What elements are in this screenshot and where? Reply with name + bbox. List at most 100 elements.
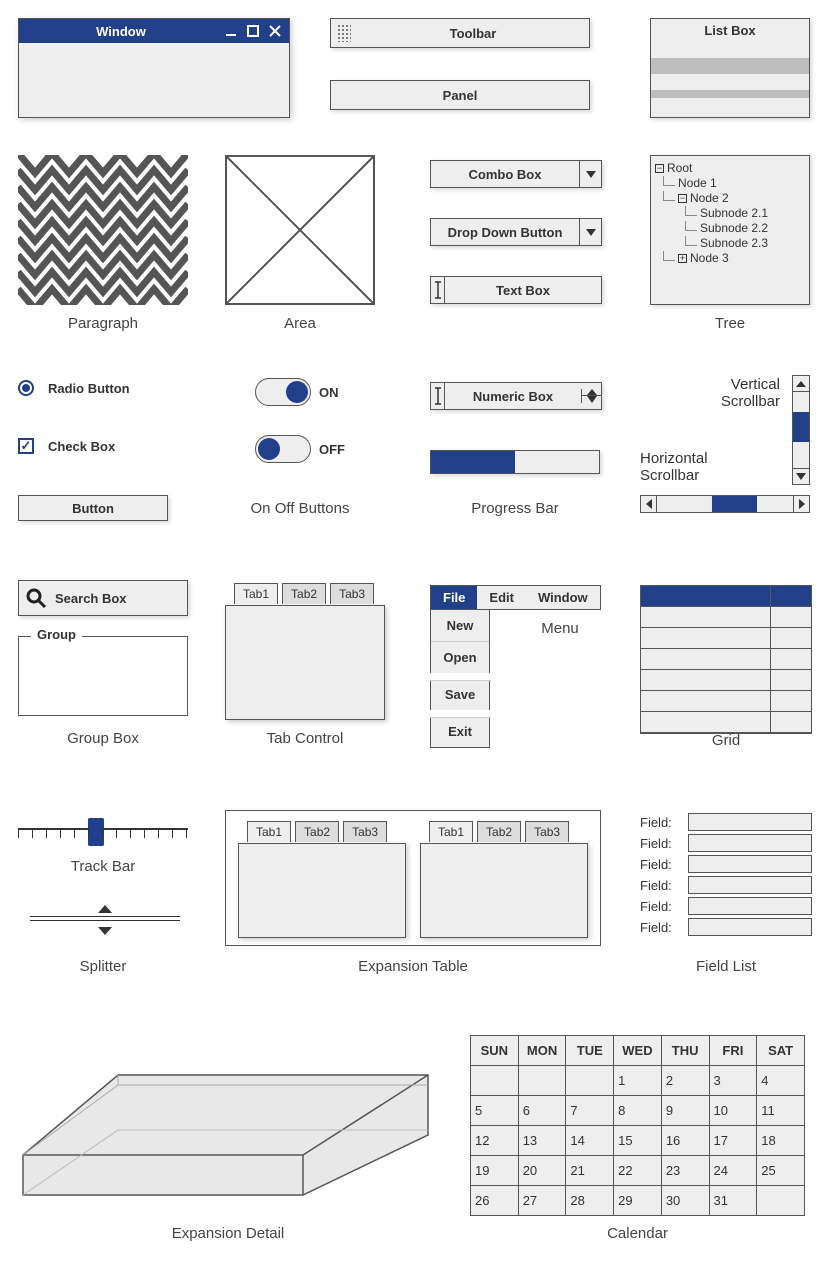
tab[interactable]: Tab3 xyxy=(343,821,387,842)
tab[interactable]: Tab3 xyxy=(330,583,374,604)
grid-cell[interactable] xyxy=(771,607,811,628)
list-item[interactable] xyxy=(651,58,809,74)
checkbox-icon[interactable]: ✓ xyxy=(18,438,34,454)
radio-icon[interactable] xyxy=(18,380,34,396)
calendar-cell[interactable] xyxy=(471,1066,519,1096)
grid-cell[interactable] xyxy=(641,586,771,607)
spin-down-icon[interactable] xyxy=(582,395,601,403)
menu-window[interactable]: Window xyxy=(526,586,600,609)
scroll-thumb[interactable] xyxy=(712,496,757,512)
grid-cell[interactable] xyxy=(771,649,811,670)
calendar-cell[interactable]: 17 xyxy=(709,1126,757,1156)
calendar-cell[interactable]: 9 xyxy=(661,1096,709,1126)
tab[interactable]: Tab2 xyxy=(295,821,339,842)
tree-node[interactable]: Subnode 2.2 xyxy=(700,221,768,235)
window-titlebar[interactable]: Window xyxy=(19,19,289,43)
calendar-cell[interactable]: 30 xyxy=(661,1186,709,1216)
menu-file[interactable]: File xyxy=(431,586,477,609)
toggle-off[interactable]: OFF xyxy=(255,435,345,463)
calendar-cell[interactable]: 21 xyxy=(566,1156,614,1186)
calendar-cell[interactable]: 22 xyxy=(614,1156,662,1186)
calendar-cell[interactable]: 1 xyxy=(614,1066,662,1096)
tab[interactable]: Tab1 xyxy=(247,821,291,842)
chevron-down-icon[interactable] xyxy=(579,219,601,245)
splitter[interactable] xyxy=(30,905,180,935)
collapse-icon[interactable]: − xyxy=(678,194,687,203)
calendar-cell[interactable]: 23 xyxy=(661,1156,709,1186)
list-box[interactable]: List Box xyxy=(650,18,810,118)
grid-cell[interactable] xyxy=(641,649,771,670)
splitter-up-icon[interactable] xyxy=(98,905,112,913)
search-box[interactable]: Search Box xyxy=(18,580,188,616)
vertical-scrollbar[interactable] xyxy=(792,375,810,485)
scroll-right-icon[interactable] xyxy=(793,496,809,512)
spinner[interactable] xyxy=(581,389,601,403)
menubar[interactable]: File Edit Window xyxy=(430,585,601,610)
calendar-cell[interactable]: 24 xyxy=(709,1156,757,1186)
numeric-box[interactable]: Numeric Box xyxy=(430,382,602,410)
calendar-cell[interactable]: 13 xyxy=(518,1126,566,1156)
tab[interactable]: Tab1 xyxy=(429,821,473,842)
tab[interactable]: Tab2 xyxy=(282,583,326,604)
button[interactable]: Button xyxy=(18,495,168,521)
tree-node[interactable]: Node 3 xyxy=(690,251,729,265)
grid-cell[interactable] xyxy=(771,586,811,607)
list-item[interactable] xyxy=(651,90,809,98)
calendar-cell[interactable]: 4 xyxy=(757,1066,805,1096)
calendar-cell[interactable]: 12 xyxy=(471,1126,519,1156)
calendar-cell[interactable]: 27 xyxy=(518,1186,566,1216)
calendar-cell[interactable]: 10 xyxy=(709,1096,757,1126)
field-input[interactable] xyxy=(688,876,812,894)
calendar-cell[interactable]: 2 xyxy=(661,1066,709,1096)
scroll-down-icon[interactable] xyxy=(793,468,809,484)
menu-item-open[interactable]: Open xyxy=(431,642,489,674)
tree-node[interactable]: Subnode 2.3 xyxy=(700,236,768,250)
grip-icon[interactable] xyxy=(335,22,353,44)
field-input[interactable] xyxy=(688,834,812,852)
tab[interactable]: Tab2 xyxy=(477,821,521,842)
field-input[interactable] xyxy=(688,918,812,936)
grid-cell[interactable] xyxy=(771,712,811,733)
grid[interactable] xyxy=(640,585,812,734)
calendar-cell[interactable]: 6 xyxy=(518,1096,566,1126)
field-input[interactable] xyxy=(688,813,812,831)
calendar-cell[interactable]: 3 xyxy=(709,1066,757,1096)
field-input[interactable] xyxy=(688,897,812,915)
collapse-icon[interactable]: − xyxy=(655,164,664,173)
radio-button[interactable]: Radio Button xyxy=(18,380,130,396)
checkbox[interactable]: ✓ Check Box xyxy=(18,438,115,454)
calendar-cell[interactable] xyxy=(566,1066,614,1096)
scroll-thumb[interactable] xyxy=(793,412,809,442)
combo-box[interactable]: Combo Box xyxy=(430,160,602,188)
toggle-on[interactable]: ON xyxy=(255,378,339,406)
grid-cell[interactable] xyxy=(771,670,811,691)
calendar-cell[interactable]: 7 xyxy=(566,1096,614,1126)
grid-cell[interactable] xyxy=(641,712,771,733)
grid-cell[interactable] xyxy=(771,691,811,712)
dropdown-button[interactable]: Drop Down Button xyxy=(430,218,602,246)
grid-cell[interactable] xyxy=(641,628,771,649)
grid-cell[interactable] xyxy=(641,607,771,628)
list-item[interactable] xyxy=(651,42,809,58)
calendar-cell[interactable]: 25 xyxy=(757,1156,805,1186)
calendar-cell[interactable]: 31 xyxy=(709,1186,757,1216)
menu-item-new[interactable]: New xyxy=(431,610,489,642)
grid-cell[interactable] xyxy=(771,628,811,649)
calendar[interactable]: SUNMONTUEWEDTHUFRISAT1234567891011121314… xyxy=(470,1035,805,1216)
calendar-cell[interactable]: 19 xyxy=(471,1156,519,1186)
calendar-cell[interactable]: 18 xyxy=(757,1126,805,1156)
splitter-down-icon[interactable] xyxy=(98,927,112,935)
grid-cell[interactable] xyxy=(641,670,771,691)
horizontal-scrollbar[interactable] xyxy=(640,495,810,513)
tree-node[interactable]: Subnode 2.1 xyxy=(700,206,768,220)
track-bar[interactable] xyxy=(18,818,188,858)
grid-cell[interactable] xyxy=(641,691,771,712)
tab[interactable]: Tab1 xyxy=(234,583,278,604)
calendar-cell[interactable] xyxy=(757,1186,805,1216)
calendar-cell[interactable]: 5 xyxy=(471,1096,519,1126)
tree-node[interactable]: Node 2 xyxy=(690,191,729,205)
calendar-cell[interactable]: 28 xyxy=(566,1186,614,1216)
chevron-down-icon[interactable] xyxy=(579,161,601,187)
list-item[interactable] xyxy=(651,74,809,90)
tree[interactable]: −Root Node 1 −Node 2 Subnode 2.1 Subnode… xyxy=(650,155,810,305)
